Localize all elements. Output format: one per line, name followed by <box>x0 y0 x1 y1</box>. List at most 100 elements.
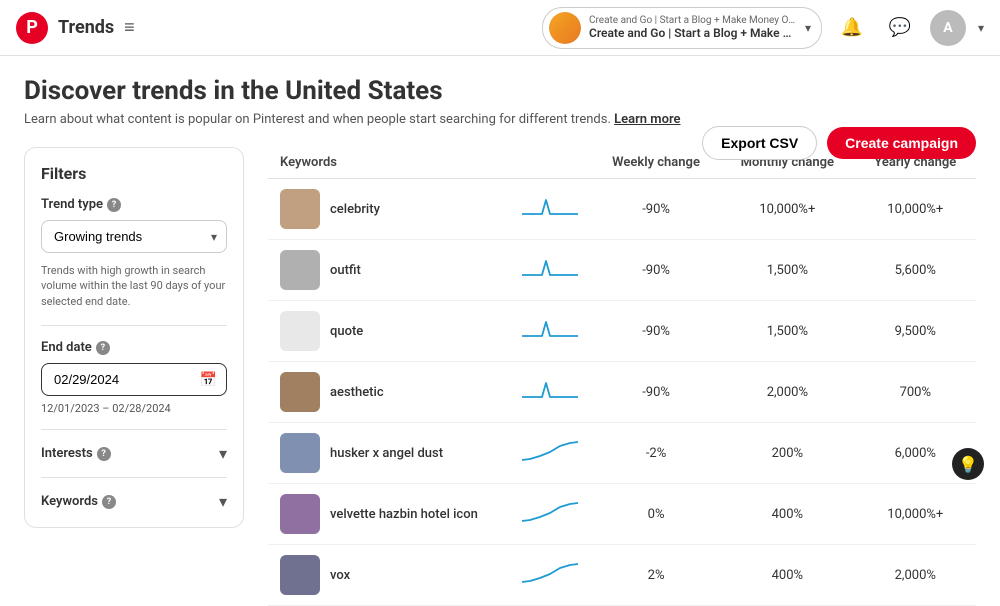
header-right: Create and Go | Start a Blog + Make Mone… <box>542 7 984 49</box>
content-wrapper: Filters Trend type ? Growing trends Seas… <box>24 147 976 606</box>
keyword-thumbnail <box>280 555 320 595</box>
sparkline-cell <box>508 545 592 606</box>
table-row[interactable]: velvette hazbin hotel icon 0% 400% 10,00… <box>268 484 976 545</box>
keyword-name: vox <box>330 568 350 583</box>
lightbulb-icon: 💡 <box>958 455 978 474</box>
monthly-change: 400% <box>720 484 854 545</box>
keyword-name: outfit <box>330 263 361 278</box>
monthly-change: 1,500% <box>720 301 854 362</box>
keywords-row: Keywords ? ▾ <box>41 492 227 511</box>
keyword-name: aesthetic <box>330 385 384 400</box>
bell-icon: 🔔 <box>841 17 863 38</box>
keyword-thumbnail <box>280 433 320 473</box>
yearly-change: 10,000%+ <box>855 484 976 545</box>
end-date-input[interactable] <box>41 363 227 396</box>
filter-divider-3 <box>41 477 227 478</box>
keyword-cell: celebrity <box>268 179 508 240</box>
export-csv-button[interactable]: Export CSV <box>702 126 817 160</box>
keyword-cell: husker x angel dust <box>268 423 508 484</box>
table-row[interactable]: quote -90% 1,500% 9,500% <box>268 301 976 362</box>
keyword-thumbnail <box>280 372 320 412</box>
sparkline-cell <box>508 301 592 362</box>
trend-type-select[interactable]: Growing trends Seasonal trends Top trend… <box>41 220 227 253</box>
yearly-change: 2,000% <box>855 545 976 606</box>
account-avatar <box>549 12 581 44</box>
sparkline-cell <box>508 179 592 240</box>
chat-icon: 💬 <box>889 17 911 38</box>
account-selector[interactable]: Create and Go | Start a Blog + Make Mone… <box>542 7 822 49</box>
table-body: celebrity -90% 10,000%+ 10,000%+ outfit … <box>268 179 976 606</box>
lightbulb-fab[interactable]: 💡 <box>952 448 984 480</box>
weekly-change: -2% <box>592 423 720 484</box>
interests-info-icon[interactable]: ? <box>97 447 111 461</box>
trend-type-info-icon[interactable]: ? <box>107 198 121 212</box>
weekly-change: -90% <box>592 362 720 423</box>
main-content: Discover trends in the United States Lea… <box>0 56 1000 606</box>
trend-type-select-wrapper: Growing trends Seasonal trends Top trend… <box>41 220 227 253</box>
weekly-change: -90% <box>592 301 720 362</box>
monthly-change: 10,000%+ <box>720 179 854 240</box>
col-chart <box>508 147 592 179</box>
keyword-cell: vox <box>268 545 508 606</box>
sparkline-cell <box>508 362 592 423</box>
pinterest-logo[interactable]: P <box>16 12 48 44</box>
col-weekly: Weekly change <box>592 147 720 179</box>
app-header: P Trends ≡ Create and Go | Start a Blog … <box>0 0 1000 56</box>
page-title: Discover trends in the United States <box>24 76 976 106</box>
keyword-name: quote <box>330 324 363 339</box>
yearly-change: 9,500% <box>855 301 976 362</box>
end-date-info-icon[interactable]: ? <box>96 341 110 355</box>
monthly-change: 1,500% <box>720 240 854 301</box>
monthly-change: 200% <box>720 423 854 484</box>
user-chevron-icon[interactable]: ▾ <box>978 21 984 35</box>
sidebar-title: Filters <box>41 164 227 183</box>
yearly-change: 5,600% <box>855 240 976 301</box>
top-actions: Export CSV Create campaign <box>702 126 976 160</box>
header-left: P Trends ≡ <box>16 12 135 44</box>
keyword-thumbnail <box>280 311 320 351</box>
weekly-change: 0% <box>592 484 720 545</box>
keyword-thumbnail <box>280 189 320 229</box>
yearly-change: 10,000%+ <box>855 179 976 240</box>
notifications-button[interactable]: 🔔 <box>834 10 870 46</box>
trends-table: Keywords Weekly change Monthly change Ye… <box>268 147 976 606</box>
date-range-text: 12/01/2023 – 02/28/2024 <box>41 402 227 415</box>
account-info-top: Create and Go | Start a Blog + Make Mone… <box>589 15 797 26</box>
user-avatar[interactable]: A <box>930 10 966 46</box>
date-input-wrapper: 📅 <box>41 363 227 396</box>
account-chevron-icon: ▾ <box>805 21 811 35</box>
end-date-label: End date ? <box>41 340 227 355</box>
sparkline-cell <box>508 240 592 301</box>
sidebar-filters: Filters Trend type ? Growing trends Seas… <box>24 147 244 528</box>
trend-type-description: Trends with high growth in search volume… <box>41 263 227 309</box>
weekly-change: -90% <box>592 179 720 240</box>
sparkline-cell <box>508 484 592 545</box>
weekly-change: -90% <box>592 240 720 301</box>
messages-button[interactable]: 💬 <box>882 10 918 46</box>
keyword-cell: velvette hazbin hotel icon <box>268 484 508 545</box>
keywords-expand-icon[interactable]: ▾ <box>219 492 227 511</box>
trend-type-label: Trend type ? <box>41 197 227 212</box>
filter-divider-1 <box>41 325 227 326</box>
keyword-thumbnail <box>280 494 320 534</box>
interests-label: Interests ? <box>41 446 111 461</box>
interests-expand-icon[interactable]: ▾ <box>219 444 227 463</box>
keywords-info-icon[interactable]: ? <box>102 495 116 509</box>
hamburger-icon[interactable]: ≡ <box>124 17 135 38</box>
page-subtitle: Learn about what content is popular on P… <box>24 112 976 127</box>
table-row[interactable]: celebrity -90% 10,000%+ 10,000%+ <box>268 179 976 240</box>
weekly-change: 2% <box>592 545 720 606</box>
monthly-change: 400% <box>720 545 854 606</box>
trends-table-container: Keywords Weekly change Monthly change Ye… <box>268 147 976 606</box>
create-campaign-button[interactable]: Create campaign <box>827 127 976 159</box>
keyword-name: husker x angel dust <box>330 446 443 461</box>
header-brand: Trends <box>58 17 114 38</box>
table-row[interactable]: vox 2% 400% 2,000% <box>268 545 976 606</box>
interests-row: Interests ? ▾ <box>41 444 227 463</box>
account-info: Create and Go | Start a Blog + Make Mone… <box>589 15 797 40</box>
table-row[interactable]: outfit -90% 1,500% 5,600% <box>268 240 976 301</box>
table-row[interactable]: aesthetic -90% 2,000% 700% <box>268 362 976 423</box>
learn-more-link[interactable]: Learn more <box>614 112 680 127</box>
filter-divider-2 <box>41 429 227 430</box>
table-row[interactable]: husker x angel dust -2% 200% 6,000% <box>268 423 976 484</box>
